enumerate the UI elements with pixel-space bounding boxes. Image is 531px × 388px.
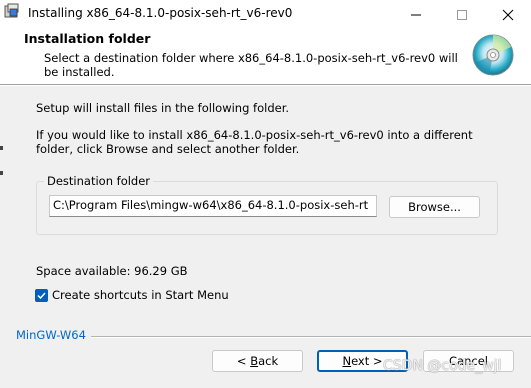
maximize-icon	[457, 10, 467, 20]
page-header: Installation folder Select a destination…	[0, 28, 531, 85]
next-label-rest: ext >	[351, 354, 383, 368]
watermark-text: CSDN @code_wjl	[383, 358, 502, 374]
browse-button[interactable]: Browse...	[389, 196, 480, 218]
page-title: Installation folder	[24, 31, 151, 46]
back-label-rest: ack	[258, 354, 279, 368]
space-available: Space available: 96.29 GB	[36, 264, 188, 278]
minimize-button[interactable]	[393, 0, 439, 28]
installer-window: Installing x86_64-8.1.0-posix-seh-rt_v6-…	[0, 0, 531, 388]
minimize-icon	[411, 14, 421, 16]
back-accelerator: B	[250, 354, 259, 368]
header-divider	[0, 85, 531, 86]
destination-legend: Destination folder	[44, 174, 154, 188]
close-button[interactable]	[485, 0, 531, 28]
shortcuts-checkbox[interactable]	[35, 289, 48, 302]
back-button[interactable]: < Back	[212, 350, 303, 372]
background-artifact	[0, 146, 3, 150]
brand-label: MinGW-W64	[16, 328, 86, 342]
maximize-button[interactable]	[439, 0, 485, 28]
page-subtitle: Select a destination folder where x86_64…	[44, 51, 458, 79]
checkmark-icon	[37, 292, 46, 300]
title-bar[interactable]: Installing x86_64-8.1.0-posix-seh-rt_v6-…	[0, 0, 531, 28]
intro-text: Setup will install files in the followin…	[36, 101, 290, 115]
next-accelerator: N	[342, 354, 352, 368]
background-artifact	[0, 171, 3, 175]
footer-divider-highlight	[91, 337, 531, 338]
installer-app-icon	[4, 3, 19, 18]
cd-disc-icon	[472, 34, 514, 76]
close-icon	[502, 9, 514, 21]
instructions-text: If you would like to install x86_64-8.1.…	[36, 128, 473, 156]
window-title: Installing x86_64-8.1.0-posix-seh-rt_v6-…	[28, 6, 293, 20]
destination-path-input[interactable]: C:\Program Files\mingw-w64\x86_64-8.1.0-…	[49, 195, 377, 217]
shortcuts-label[interactable]: Create shortcuts in Start Menu	[52, 288, 229, 302]
back-prefix: <	[236, 354, 251, 368]
